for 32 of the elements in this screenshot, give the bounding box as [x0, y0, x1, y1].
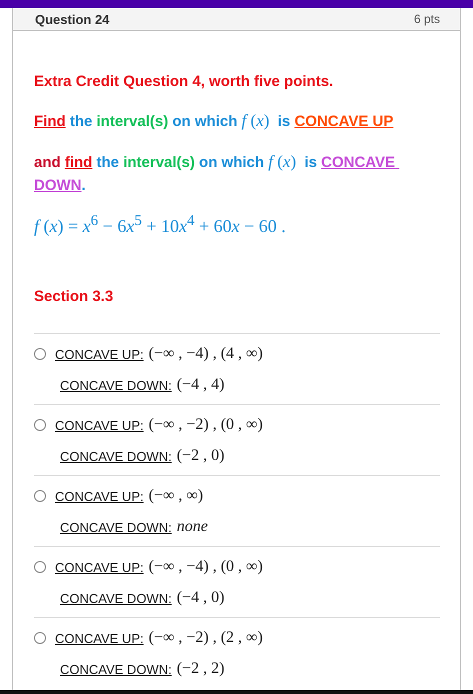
function-equation: f (x) = x$^{6}$ − 6x$^{5}$ + 10x$^{4}$ + 60x − 60 .: [34, 212, 287, 238]
interval-value: (−∞ , −4) , (4 , ∞): [148, 345, 263, 363]
interval-value: (−∞ , −4) , (0 , ∞): [148, 558, 263, 576]
concave-down-label: CONCAVE DOWN:: [60, 520, 172, 534]
interval-value: none: [176, 518, 208, 536]
answer-radio[interactable]: [34, 561, 46, 573]
concave-up-label: CONCAVE UP:: [55, 488, 144, 504]
question-sentence: Find the interval(s) on which f (x) is CONCAVE UP: [34, 110, 394, 132]
interval-value: (−∞ , −2) , (0 , ∞): [148, 416, 263, 434]
question-sentence: and find the interval(s) on which f (x) is CONCAVE DOWN.: [34, 151, 396, 196]
interval-value: (−2 , 2): [176, 660, 224, 678]
concave-up-label: CONCAVE UP:: [55, 418, 144, 432]
answer-radio[interactable]: [34, 419, 46, 431]
interval-value: (−2 , 0): [176, 447, 224, 465]
interval-value: (−4 , 4): [176, 376, 224, 394]
answer-radio[interactable]: [34, 348, 46, 360]
concave-down-label: CONCAVE DOWN:: [60, 662, 172, 676]
question-title: Question 24: [35, 12, 110, 26]
section-label: Section 3.3: [34, 288, 114, 305]
answer-radio[interactable]: [34, 632, 46, 644]
answer-radio[interactable]: [34, 490, 46, 502]
concave-up-label: CONCAVE UP:: [55, 630, 144, 646]
extra-credit-heading: Extra Credit Question 4, worth five points.: [34, 72, 334, 92]
interval-value: (−∞ , −2) , (2 , ∞): [148, 629, 263, 647]
concave-down-label: CONCAVE DOWN:: [60, 590, 172, 606]
concave-up-label: CONCAVE UP:: [55, 346, 144, 362]
interval-value: (−4 , 0): [176, 589, 224, 607]
points-label: 6 pts: [414, 12, 440, 26]
concave-down-label: CONCAVE DOWN:: [60, 378, 172, 392]
concave-down-label: CONCAVE DOWN:: [60, 448, 172, 464]
concave-up-label: CONCAVE UP:: [55, 560, 144, 574]
interval-value: (−∞ , ∞): [148, 487, 204, 505]
